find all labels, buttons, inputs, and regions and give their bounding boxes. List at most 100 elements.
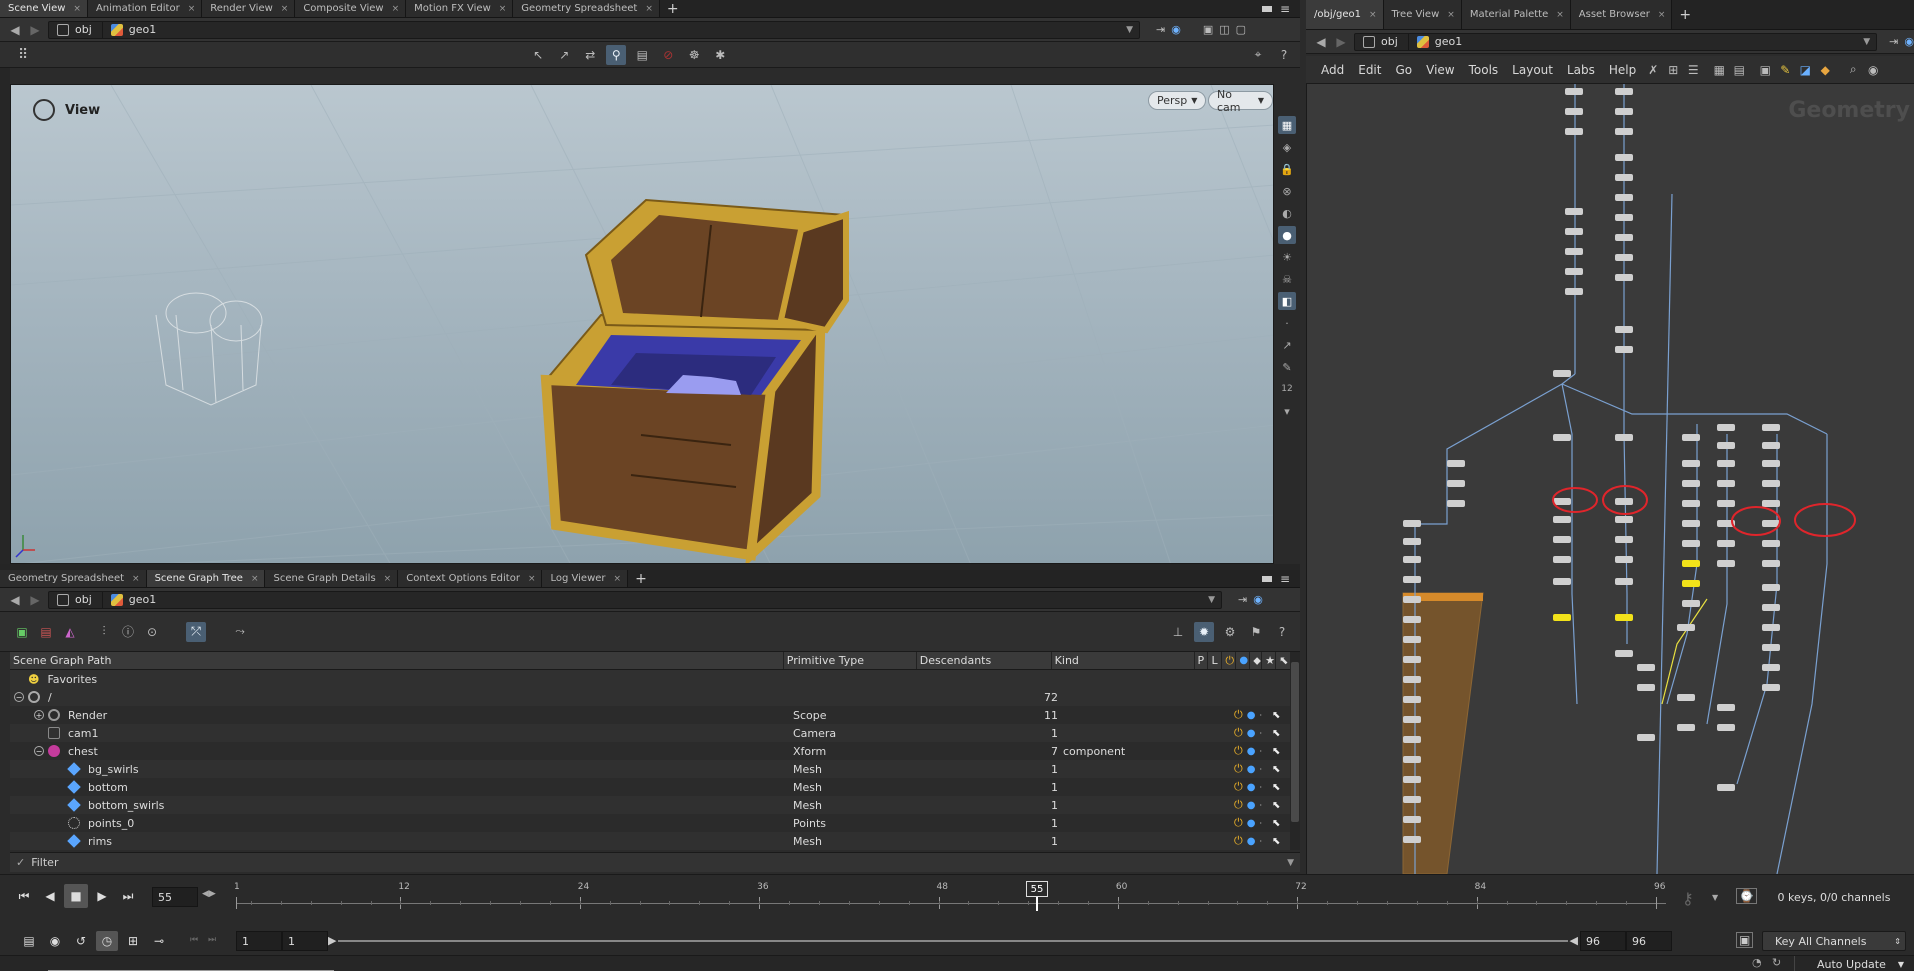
solo-icon[interactable]: · — [1259, 747, 1262, 756]
range-handle-left-icon[interactable]: ▶ — [328, 934, 336, 947]
refresh-icon[interactable]: ↻ — [1772, 956, 1781, 969]
network-node[interactable] — [1403, 756, 1421, 763]
tab-scene-graph-tree[interactable]: Scene Graph Tree × — [146, 570, 266, 587]
tab-geometry-spreadsheet[interactable]: Geometry Spreadsheet × — [0, 570, 147, 587]
visibility-icon[interactable]: ● — [1247, 728, 1256, 739]
solo-icon[interactable]: · — [1259, 729, 1262, 738]
network-node[interactable] — [1762, 442, 1780, 449]
network-node[interactable] — [1615, 326, 1633, 333]
select-icon[interactable]: ⬉ — [1272, 836, 1280, 847]
visibility-icon[interactable]: ● — [1247, 800, 1256, 811]
link-icon[interactable]: ◉ — [1253, 593, 1263, 606]
network-node[interactable] — [1615, 88, 1633, 95]
tab-material-palette[interactable]: Material Palette × — [1461, 0, 1571, 29]
close-icon[interactable]: × — [132, 574, 140, 584]
close-icon[interactable]: × — [73, 4, 81, 14]
network-node[interactable] — [1565, 228, 1583, 235]
audio-icon[interactable]: ◉ — [44, 931, 66, 951]
forward-arrow-icon[interactable]: ▶ — [28, 593, 42, 607]
menu-go[interactable]: Go — [1388, 63, 1419, 77]
network-node[interactable] — [1615, 614, 1633, 621]
eye-icon[interactable]: ◉ — [1863, 60, 1883, 80]
snap-icon[interactable]: ⚲ — [606, 44, 627, 65]
range-start-field[interactable]: 1 — [282, 931, 328, 951]
network-node[interactable] — [1615, 516, 1633, 523]
network-node[interactable] — [1637, 684, 1655, 691]
maximize-icon[interactable] — [1261, 575, 1272, 582]
network-node[interactable] — [1553, 498, 1571, 505]
start-frame-field[interactable]: 1 — [236, 931, 282, 951]
network-node[interactable] — [1682, 434, 1700, 441]
chevron-down-icon[interactable]: ▼ — [1126, 25, 1133, 35]
back-arrow-icon[interactable]: ◀ — [8, 23, 22, 37]
ghost-icon[interactable]: ◈ — [1278, 138, 1296, 156]
realtime-clock-icon[interactable]: ◷ — [96, 931, 118, 951]
network-node[interactable] — [1682, 580, 1700, 587]
menu-labs[interactable]: Labs — [1560, 63, 1602, 77]
network-node[interactable] — [1615, 254, 1633, 261]
tab-tree-view[interactable]: Tree View × — [1383, 0, 1462, 29]
network-node[interactable] — [1403, 520, 1421, 527]
network-node[interactable] — [1447, 500, 1465, 507]
network-node[interactable] — [1615, 536, 1633, 543]
network-node[interactable] — [1403, 696, 1421, 703]
network-node[interactable] — [1682, 600, 1700, 607]
new-primitive-icon[interactable]: ▣ — [12, 622, 32, 642]
network-node[interactable] — [1762, 604, 1780, 611]
network-node[interactable] — [1615, 194, 1633, 201]
network-node[interactable] — [1762, 684, 1780, 691]
pane-menu-icon[interactable]: ≡ — [1280, 572, 1290, 586]
select-icon[interactable]: ↖ — [528, 45, 548, 65]
breadcrumb-obj[interactable]: obj — [49, 591, 103, 608]
network-node[interactable] — [1677, 624, 1695, 631]
menu-tools[interactable]: Tools — [1462, 63, 1506, 77]
network-node[interactable] — [1762, 644, 1780, 651]
skull-icon[interactable]: ☠ — [1278, 270, 1296, 288]
table-row[interactable]: cam1 Camera 1 ⏻ ● · ⬉ — [10, 724, 1290, 742]
timeline-ruler[interactable]: 1 12 24 36 48 60 72 84 96 55 — [234, 881, 1666, 921]
breadcrumb-obj[interactable]: obj — [49, 21, 103, 38]
loop-icon[interactable]: ↺ — [70, 931, 92, 951]
split-icon[interactable]: ◫ — [1219, 23, 1229, 36]
network-node[interactable] — [1762, 540, 1780, 547]
slider-icon[interactable]: ⊸ — [148, 931, 170, 951]
ruler-icon[interactable]: ⊞ — [122, 931, 144, 951]
add-tab-icon[interactable]: + — [660, 0, 686, 17]
visibility-icon[interactable]: ● — [1247, 836, 1256, 847]
select-icon[interactable]: ⬉ — [1272, 800, 1280, 811]
chat-icon[interactable]: ◔ — [1752, 956, 1762, 969]
breadcrumb-geo1[interactable]: geo1 — [1409, 34, 1472, 50]
solo-icon[interactable]: · — [1259, 711, 1262, 720]
table-row[interactable]: bottom_swirls Mesh 1 ⏻ ● · ⬉ — [10, 796, 1290, 814]
network-node[interactable] — [1565, 208, 1583, 215]
solo-icon[interactable]: · — [1259, 783, 1262, 792]
info-icon[interactable]: ⓘ — [118, 622, 138, 642]
network-node[interactable] — [1565, 88, 1583, 95]
network-node[interactable] — [1682, 540, 1700, 547]
network-node[interactable] — [1615, 234, 1633, 241]
network-node[interactable] — [1615, 578, 1633, 585]
select-icon[interactable]: ⬉ — [1272, 764, 1280, 775]
column-header-p[interactable]: P — [1195, 652, 1209, 669]
tab-composite-view[interactable]: Composite View × — [295, 0, 407, 17]
network-node[interactable] — [1403, 836, 1421, 843]
select-icon[interactable]: ⬉ — [1272, 746, 1280, 757]
filter-options-icon[interactable]: ⫶ — [94, 622, 114, 642]
chevron-down-icon[interactable]: ▼ — [1287, 858, 1294, 868]
tab-log-viewer[interactable]: Log Viewer × — [542, 570, 629, 587]
network-node[interactable] — [1677, 724, 1695, 731]
visibility-icon[interactable]: ● — [1247, 782, 1256, 793]
column-header-kind[interactable]: Kind — [1052, 652, 1195, 669]
chevron-down-icon[interactable]: ▼ — [1712, 893, 1718, 902]
solo-icon[interactable]: · — [1259, 837, 1262, 846]
close-icon[interactable]: × — [645, 4, 653, 14]
table-row[interactable]: rims Mesh 1 ⏻ ● · ⬉ — [10, 832, 1290, 850]
table-row[interactable]: bg_swirls Mesh 1 ⏻ ● · ⬉ — [10, 760, 1290, 778]
add-tab-icon[interactable]: + — [1672, 0, 1698, 29]
network-node[interactable] — [1447, 480, 1465, 487]
network-node[interactable] — [1403, 736, 1421, 743]
tab-scene-graph-details[interactable]: Scene Graph Details × — [265, 570, 399, 587]
back-arrow-icon[interactable]: ◀ — [8, 593, 22, 607]
select-icon[interactable]: ⬉ — [1272, 782, 1280, 793]
network-node[interactable] — [1682, 560, 1700, 567]
